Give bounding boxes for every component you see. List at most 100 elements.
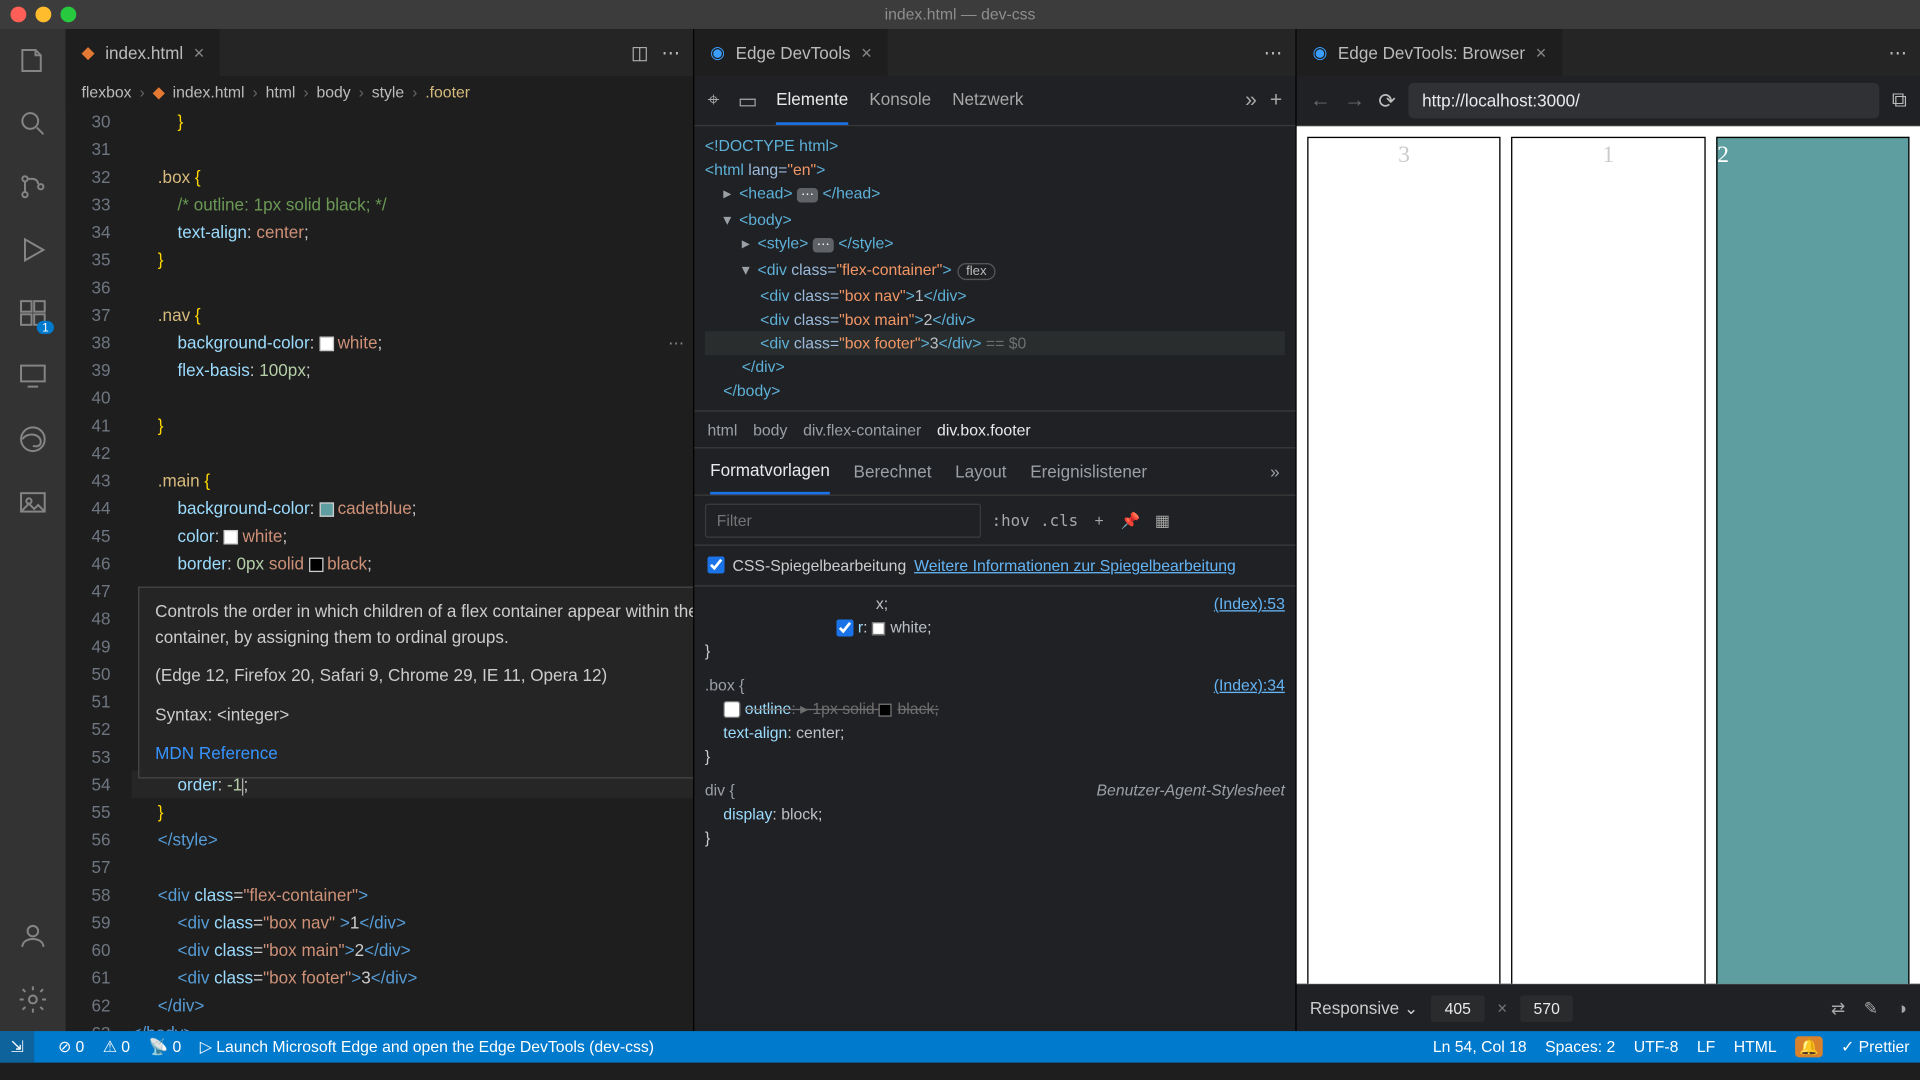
html-file-icon: ◆: [82, 42, 95, 63]
breadcrumb[interactable]: flexbox› ◆index.html› html› body› style›…: [66, 76, 693, 108]
edge-icon[interactable]: [14, 421, 51, 458]
tab-label: index.html: [105, 43, 183, 63]
explorer-icon[interactable]: [14, 42, 51, 79]
close-icon[interactable]: ×: [194, 42, 205, 63]
render-box-footer: 3: [1307, 137, 1501, 984]
height-input[interactable]: 570: [1520, 995, 1573, 1021]
window-title: index.html — dev-css: [885, 5, 1036, 23]
more-actions-icon[interactable]: ⋯: [1264, 41, 1282, 63]
inspect-icon[interactable]: ⌖: [708, 89, 720, 113]
emulate-vision-icon[interactable]: ◑: [1897, 998, 1907, 1019]
eol-status[interactable]: LF: [1697, 1038, 1715, 1056]
line-gutter: 3031323334353637383940414243444546474849…: [66, 108, 132, 1031]
status-bar: ⇲ ⊘ 0 ⚠ 0 📡 0 ▷ Launch Microsoft Edge an…: [0, 1031, 1920, 1063]
close-icon[interactable]: ×: [861, 42, 872, 63]
styles-filter-input[interactable]: [705, 503, 981, 537]
browser-viewport[interactable]: 3 1 2: [1297, 126, 1920, 983]
traffic-minimize[interactable]: [36, 7, 52, 23]
more-actions-icon[interactable]: ⋯: [661, 41, 679, 63]
hov-toggle[interactable]: :hov: [992, 511, 1030, 529]
prettier-status[interactable]: ✓ Prettier: [1841, 1038, 1909, 1056]
account-icon[interactable]: [14, 918, 51, 955]
encoding-status[interactable]: UTF-8: [1634, 1038, 1679, 1056]
extensions-icon[interactable]: 1: [14, 295, 51, 332]
back-icon[interactable]: ←: [1310, 89, 1331, 113]
render-box-nav: 1: [1511, 137, 1705, 984]
device-toggle-icon[interactable]: ▭: [738, 87, 758, 113]
reload-icon[interactable]: ⟳: [1378, 87, 1396, 113]
editor-tabbar: ◆ index.html × ◫ ⋯: [66, 29, 693, 76]
browser-panel: ◉ Edge DevTools: Browser × ⋯ ← → ⟳ http:…: [1297, 29, 1920, 1031]
edge-icon: ◉: [1312, 42, 1327, 63]
styles-tab-formatvorlagen[interactable]: Formatvorlagen: [710, 448, 830, 494]
extensions-badge: 1: [37, 321, 54, 334]
pin-icon[interactable]: 📌: [1120, 511, 1141, 529]
screenshot-icon[interactable]: ✎: [1864, 998, 1878, 1019]
split-editor-icon[interactable]: ◫: [631, 41, 648, 63]
devtools-tab-network[interactable]: Netzwerk: [952, 76, 1023, 125]
ports-count[interactable]: 📡 0: [149, 1038, 182, 1056]
plus-icon[interactable]: +: [1270, 89, 1282, 113]
source-link[interactable]: (Index):53: [1214, 592, 1285, 616]
editor-panel: ◆ index.html × ◫ ⋯ flexbox› ◆index.html›…: [66, 29, 695, 1031]
styles-tab-listeners[interactable]: Ereignislistener: [1030, 450, 1147, 493]
search-icon[interactable]: [14, 105, 51, 142]
box-model-icon[interactable]: ▦: [1152, 511, 1173, 529]
flex-badge[interactable]: flex: [957, 263, 996, 280]
language-status[interactable]: HTML: [1734, 1038, 1777, 1056]
browser-tabbar: ◉ Edge DevTools: Browser × ⋯: [1297, 29, 1920, 76]
browser-toolbar: ← → ⟳ http://localhost:3000/ ⧉: [1297, 76, 1920, 126]
tab-edge-browser[interactable]: ◉ Edge DevTools: Browser ×: [1297, 29, 1562, 76]
chevron-right-icon[interactable]: »: [1270, 462, 1280, 482]
css-hover-tooltip: Controls the order in which children of …: [138, 587, 693, 778]
width-input[interactable]: 405: [1431, 995, 1484, 1021]
url-bar[interactable]: http://localhost:3000/: [1409, 83, 1879, 119]
html-file-icon: ◆: [153, 83, 165, 101]
launch-edge-status[interactable]: ▷ Launch Microsoft Edge and open the Edg…: [200, 1038, 654, 1056]
open-external-icon[interactable]: ⧉: [1892, 89, 1907, 113]
settings-gear-icon[interactable]: [14, 981, 51, 1018]
mirror-info-link[interactable]: Weitere Informationen zur Spiegelbearbei…: [914, 556, 1236, 574]
dom-tree[interactable]: <!DOCTYPE html> <html lang="en"> ▸<head>…: [694, 126, 1295, 411]
styles-pane[interactable]: (Index):53 x; r: white; } (Index):34 .bo…: [694, 587, 1295, 1032]
run-debug-icon[interactable]: [14, 231, 51, 268]
traffic-close[interactable]: [11, 7, 27, 23]
chevron-right-icon[interactable]: »: [1245, 89, 1257, 113]
devtools-tab-console[interactable]: Konsole: [869, 76, 931, 125]
cls-toggle[interactable]: .cls: [1040, 511, 1078, 529]
code-editor[interactable]: 3031323334353637383940414243444546474849…: [66, 108, 693, 1031]
errors-count[interactable]: ⊘ 0: [58, 1038, 84, 1056]
responsive-dropdown[interactable]: Responsive ⌄: [1310, 998, 1418, 1019]
styles-tab-layout[interactable]: Layout: [955, 450, 1006, 493]
devtools-tabbar: ◉ Edge DevTools × ⋯: [694, 29, 1295, 76]
render-box-main: 2: [1716, 137, 1910, 984]
chevron-down-icon: ⌄: [1404, 998, 1418, 1018]
tab-edge-devtools[interactable]: ◉ Edge DevTools ×: [694, 29, 887, 76]
notifications-icon[interactable]: 🔔: [1795, 1036, 1823, 1057]
cursor-position[interactable]: Ln 54, Col 18: [1433, 1038, 1527, 1056]
traffic-zoom[interactable]: [60, 7, 76, 23]
image-icon[interactable]: [14, 484, 51, 521]
forward-icon[interactable]: →: [1344, 89, 1365, 113]
mdn-reference-link[interactable]: MDN Reference: [155, 740, 693, 766]
source-link[interactable]: (Index):34: [1214, 673, 1285, 697]
css-mirror-row: CSS-Spiegelbearbeitung Weitere Informati…: [694, 546, 1295, 587]
remote-indicator[interactable]: ⇲: [0, 1031, 34, 1063]
plus-icon[interactable]: +: [1089, 511, 1110, 529]
devtools-panel: ◉ Edge DevTools × ⋯ ⌖ ▭ Elemente Konsole…: [694, 29, 1296, 1031]
tab-index-html[interactable]: ◆ index.html ×: [66, 29, 220, 76]
edge-icon: ◉: [710, 42, 725, 63]
close-icon[interactable]: ×: [1536, 42, 1547, 63]
remote-explorer-icon[interactable]: [14, 358, 51, 395]
more-actions-icon[interactable]: ⋯: [1888, 41, 1906, 63]
source-control-icon[interactable]: [14, 168, 51, 205]
activity-bar: 1: [0, 29, 66, 1031]
css-mirror-checkbox[interactable]: [708, 556, 725, 573]
warnings-count[interactable]: ⚠ 0: [103, 1038, 130, 1056]
dom-path[interactable]: html body div.flex-container div.box.foo…: [694, 412, 1295, 449]
devtools-tab-elements[interactable]: Elemente: [776, 76, 848, 125]
styles-tab-computed[interactable]: Berechnet: [854, 450, 932, 493]
device-toolbar: Responsive ⌄ 405 × 570 ⇄ ✎ ◑: [1297, 984, 1920, 1031]
indent-status[interactable]: Spaces: 2: [1545, 1038, 1615, 1056]
rotate-icon[interactable]: ⇄: [1831, 998, 1845, 1019]
